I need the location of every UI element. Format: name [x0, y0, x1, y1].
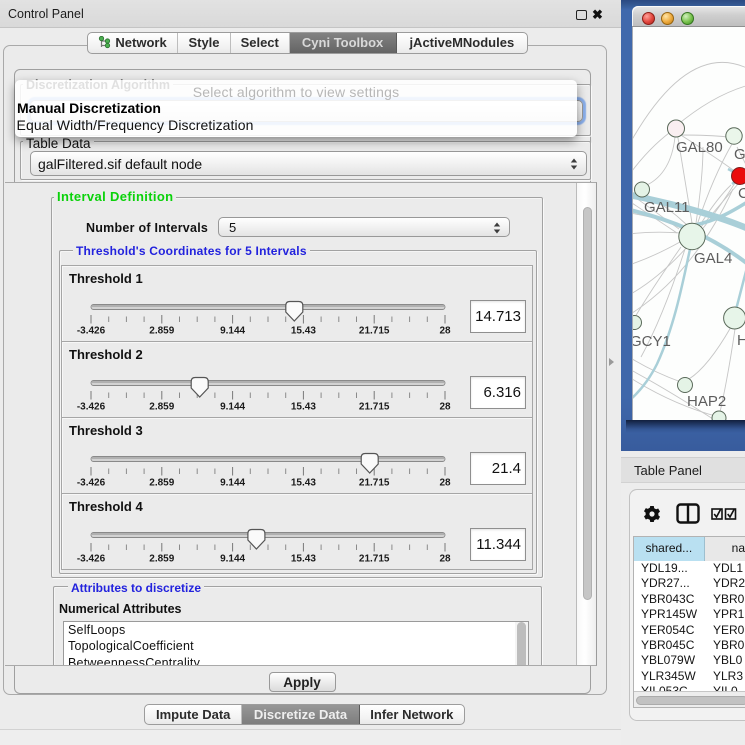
svg-text:GCY1: GCY1 [633, 333, 671, 350]
svg-text:21.715: 21.715 [359, 554, 390, 565]
svg-text:GAL80: GAL80 [676, 139, 723, 156]
svg-text:-3.426: -3.426 [77, 326, 106, 337]
svg-text:15.43: 15.43 [291, 402, 316, 413]
svg-text:28: 28 [439, 478, 451, 489]
svg-text:2.859: 2.859 [149, 478, 174, 489]
svg-text:-3.426: -3.426 [77, 554, 106, 565]
svg-text:-3.426: -3.426 [77, 478, 106, 489]
svg-text:2.859: 2.859 [149, 326, 174, 337]
svg-text:H: H [737, 332, 745, 349]
svg-text:C: C [738, 185, 745, 202]
svg-text:9.144: 9.144 [220, 478, 245, 489]
svg-text:28: 28 [439, 402, 451, 413]
svg-text:GAL11: GAL11 [644, 199, 690, 216]
svg-text:2.859: 2.859 [149, 402, 174, 413]
svg-text:HAP2: HAP2 [687, 393, 726, 410]
svg-text:9.144: 9.144 [220, 326, 245, 337]
svg-text:2.859: 2.859 [149, 554, 174, 565]
svg-text:15.43: 15.43 [291, 554, 316, 565]
svg-text:21.715: 21.715 [359, 478, 390, 489]
svg-text:GAL4: GAL4 [694, 250, 732, 267]
svg-text:15.43: 15.43 [291, 326, 316, 337]
svg-text:-3.426: -3.426 [77, 402, 106, 413]
svg-text:28: 28 [439, 554, 451, 565]
svg-text:28: 28 [439, 326, 451, 337]
svg-text:21.715: 21.715 [359, 402, 390, 413]
svg-text:21.715: 21.715 [359, 326, 390, 337]
svg-text:9.144: 9.144 [220, 402, 245, 413]
svg-text:15.43: 15.43 [291, 478, 316, 489]
svg-text:GA: GA [734, 146, 745, 163]
svg-text:9.144: 9.144 [220, 554, 245, 565]
